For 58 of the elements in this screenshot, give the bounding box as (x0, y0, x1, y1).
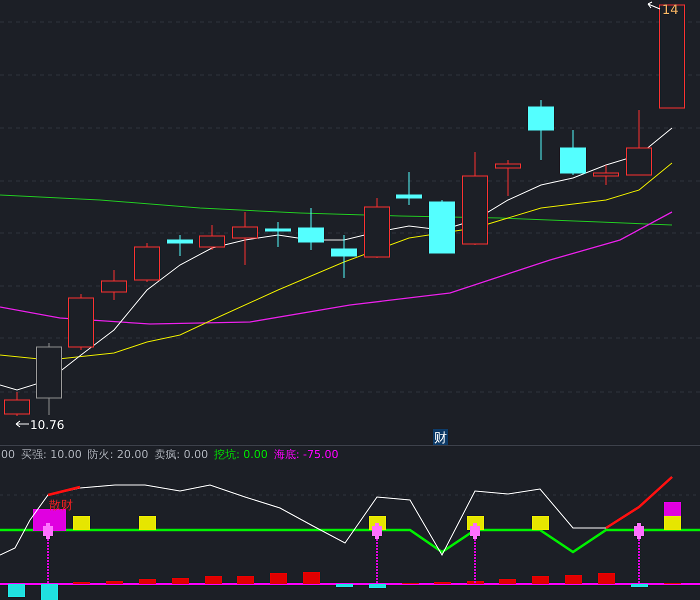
legend-item: 买强: 10.00 (21, 447, 82, 462)
histogram-bar (205, 576, 222, 584)
candlestick (396, 172, 422, 206)
histogram-bar (303, 572, 320, 584)
legend-item: 卖疯: 0.00 (154, 447, 208, 462)
candlestick (626, 110, 652, 176)
candlestick (134, 242, 160, 282)
candlestick (298, 208, 324, 250)
legend-item: 防火: 20.00 (88, 447, 148, 462)
price-label: 14 (662, 3, 679, 18)
histogram-bar (598, 573, 615, 584)
histogram-bar (41, 584, 58, 600)
legend-item: 海底: -75.00 (274, 447, 338, 462)
candlestick (495, 160, 521, 196)
marker-label: 财 (434, 431, 447, 446)
histogram-bar (139, 579, 156, 584)
signal-bar (139, 516, 156, 530)
histogram-bar (8, 584, 25, 597)
histogram-bar (172, 578, 189, 584)
candlestick (68, 294, 94, 350)
dotted-line (47, 536, 49, 583)
histogram-bar (106, 581, 123, 584)
histogram-bar (336, 584, 353, 587)
candlestick (167, 234, 193, 256)
arrow-icon (648, 2, 660, 10)
dotted-line (376, 536, 378, 583)
cross-marker-icon (634, 523, 644, 539)
candlestick (4, 392, 30, 416)
candlestick (232, 212, 258, 266)
candlestick (560, 130, 586, 176)
histogram-bar (270, 573, 287, 584)
signal-bar (664, 516, 681, 530)
histogram-bar (499, 579, 516, 584)
signal-bar (664, 502, 681, 516)
signal-bar (73, 516, 90, 530)
candlestick (593, 164, 619, 186)
dotted-line (474, 536, 476, 583)
signal-bar (33, 509, 66, 531)
arrow-icon (16, 420, 30, 428)
dotted-line (638, 536, 640, 583)
candlestick (101, 270, 127, 300)
candlestick (331, 234, 357, 278)
histogram-bar (565, 575, 582, 584)
histogram-bar (631, 584, 648, 587)
candlestick (429, 200, 455, 254)
price-label: 10.76 (30, 418, 64, 432)
legend-item: 00 (1, 448, 15, 461)
candlestick (364, 198, 390, 258)
histogram-bar (369, 584, 386, 588)
candlestick (265, 222, 291, 248)
histogram-bar (467, 581, 484, 584)
legend-item: 挖坑: 0.00 (214, 447, 268, 462)
candlestick (199, 224, 225, 250)
histogram-bar (532, 576, 549, 584)
histogram-bar (237, 576, 254, 584)
candlestick (528, 100, 554, 160)
signal-bar (532, 516, 549, 530)
signal-label: 散财 (49, 498, 73, 512)
